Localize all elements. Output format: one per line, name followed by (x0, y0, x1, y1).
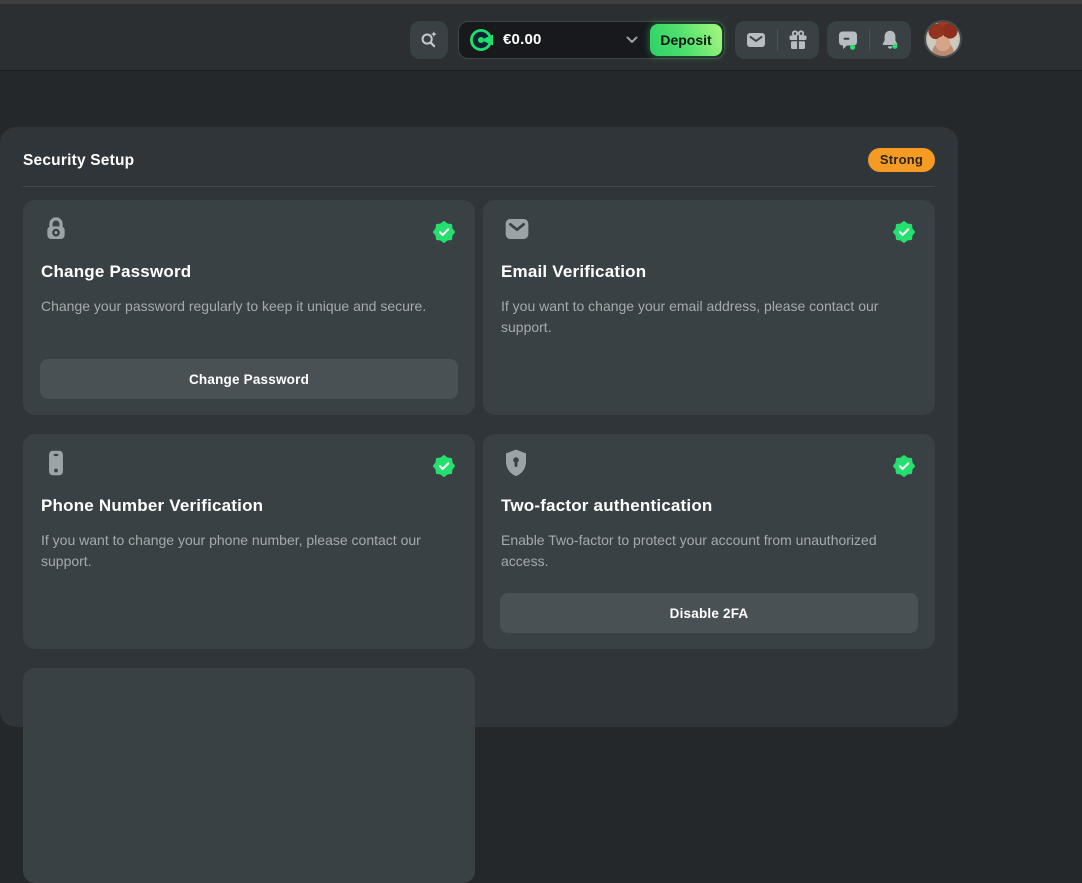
divider (23, 186, 935, 187)
shield-keyhole-icon (500, 447, 532, 479)
security-cards-grid: Change Password Change your password reg… (23, 200, 935, 883)
card-title: Two-factor authentication (501, 496, 713, 516)
card-description: Change your password regularly to keep i… (41, 296, 447, 317)
card-title: Change Password (41, 262, 191, 282)
chat-icon (836, 28, 860, 52)
mail-button[interactable] (735, 28, 777, 52)
page-title: Security Setup (23, 152, 134, 170)
top-navbar: €0.00 Deposit (0, 4, 1082, 70)
gift-button[interactable] (778, 28, 820, 52)
chat-bell-group (827, 21, 911, 59)
card-phone-verification: Phone Number Verification If you want to… (23, 434, 475, 649)
chat-button[interactable] (827, 28, 869, 52)
mail-icon (743, 28, 769, 52)
deposit-button[interactable]: Deposit (650, 24, 722, 56)
search-icon (418, 29, 440, 51)
notifications-button[interactable] (870, 28, 912, 52)
bell-icon (878, 28, 902, 52)
card-description: Enable Two-factor to protect your accoun… (501, 530, 907, 572)
balance-amount: €0.00 (503, 22, 542, 58)
coin-icon (469, 28, 493, 52)
card-next-partial (23, 668, 475, 883)
phone-icon (40, 447, 72, 479)
verified-check-icon (893, 455, 915, 477)
password-strength-badge: Strong (868, 148, 935, 172)
card-title: Email Verification (501, 262, 646, 282)
security-setup-panel: Security Setup Strong Change Password Ch… (0, 127, 958, 727)
card-change-password: Change Password Change your password reg… (23, 200, 475, 415)
chevron-down-icon (626, 36, 638, 44)
verified-check-icon (433, 221, 455, 243)
wallet-balance-selector[interactable]: €0.00 Deposit (458, 21, 725, 59)
lock-icon (40, 213, 72, 245)
mail-gift-group (735, 21, 819, 59)
search-button[interactable] (410, 21, 448, 59)
gift-icon (786, 28, 810, 52)
user-avatar[interactable] (924, 20, 962, 58)
card-description: If you want to change your phone number,… (41, 530, 447, 572)
disable-2fa-button[interactable]: Disable 2FA (500, 593, 918, 633)
verified-check-icon (433, 455, 455, 477)
card-title: Phone Number Verification (41, 496, 263, 516)
card-two-factor: Two-factor authentication Enable Two-fac… (483, 434, 935, 649)
verified-check-icon (893, 221, 915, 243)
envelope-icon (500, 213, 534, 245)
card-description: If you want to change your email address… (501, 296, 907, 338)
change-password-button[interactable]: Change Password (40, 359, 458, 399)
card-email-verification: Email Verification If you want to change… (483, 200, 935, 415)
